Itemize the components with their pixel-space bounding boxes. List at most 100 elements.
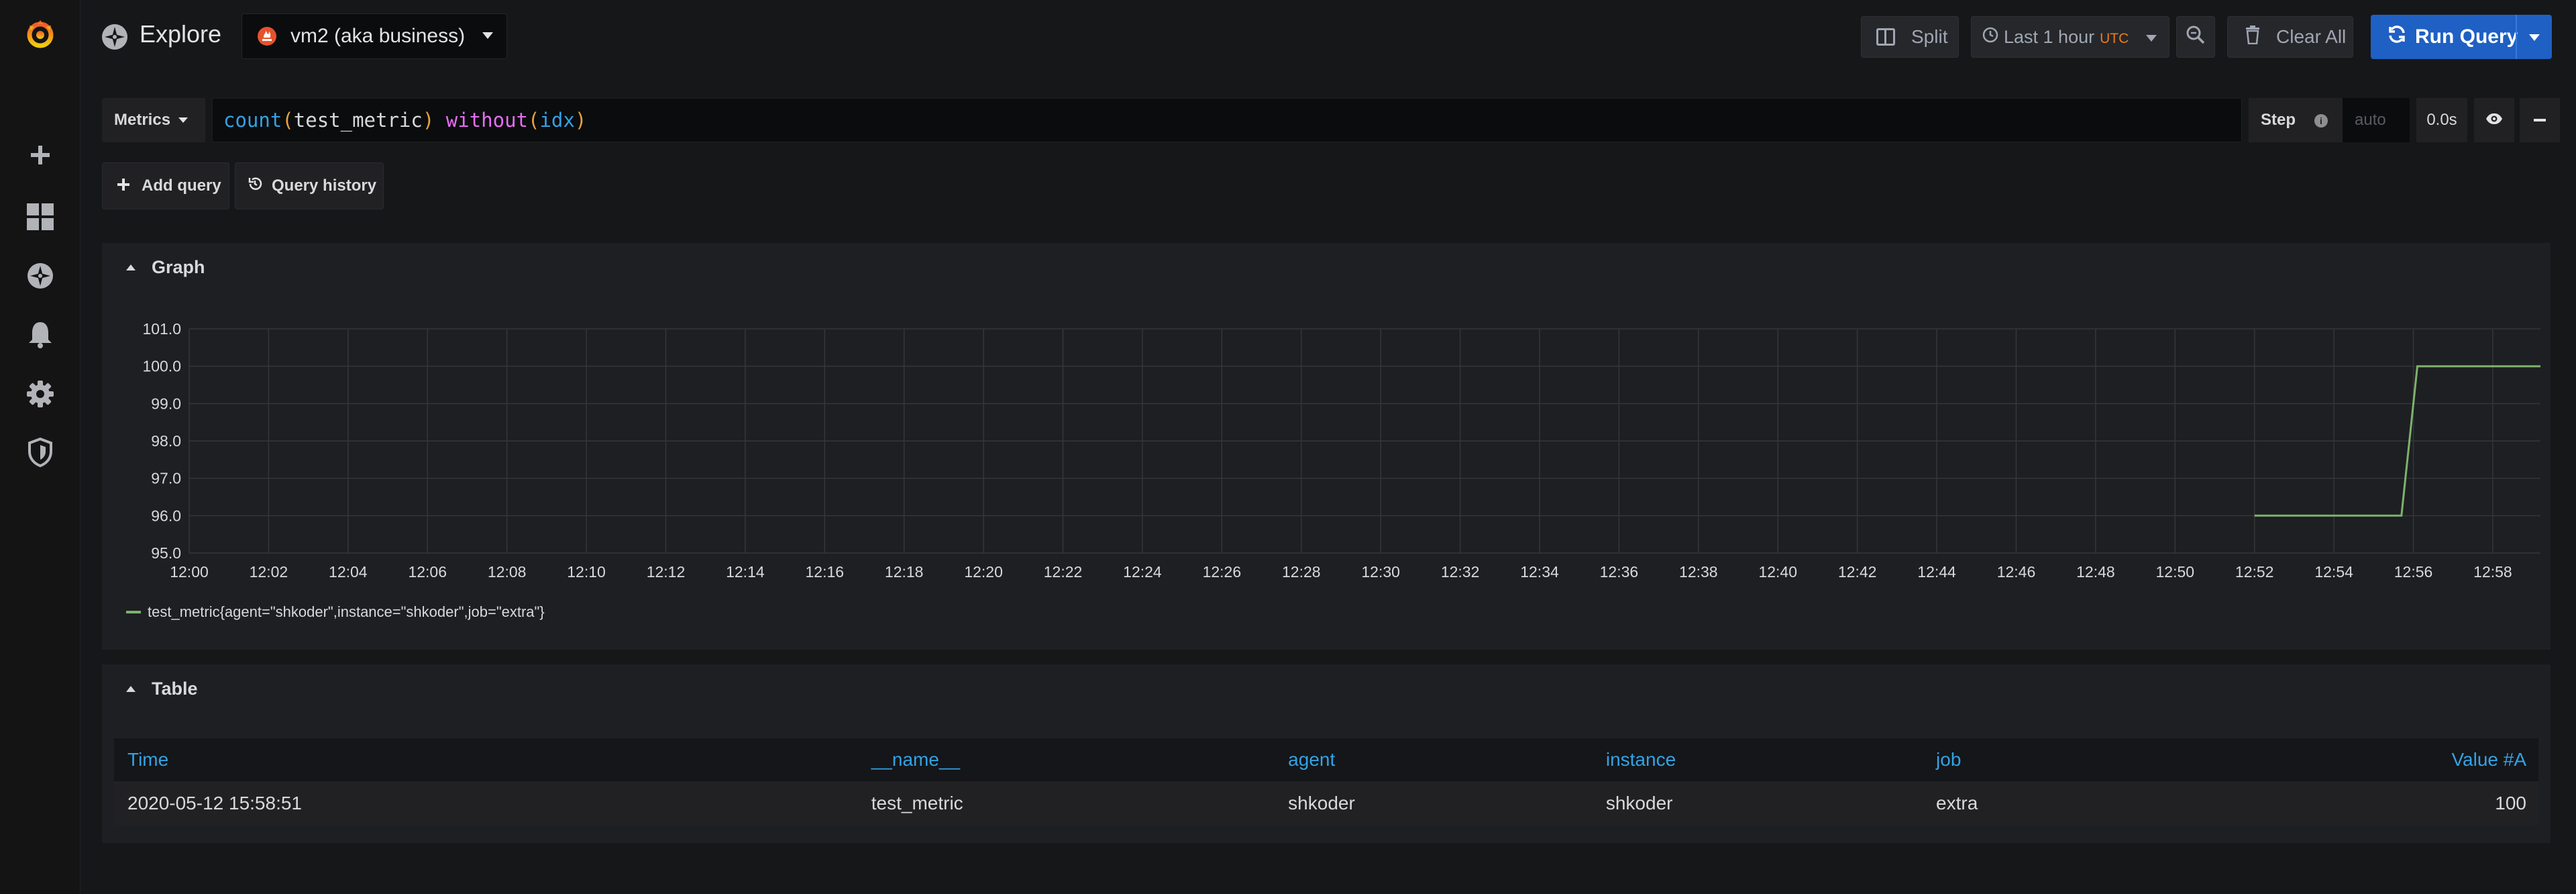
trash-icon — [2245, 25, 2260, 49]
table-header-row: Time __name__ agent instance job Value #… — [114, 738, 2538, 781]
toggle-query-visibility-button[interactable] — [2474, 98, 2514, 142]
zoom-out-icon — [2186, 25, 2206, 50]
y-tick-label: 98.0 — [151, 432, 181, 450]
x-tick-label: 12:22 — [1044, 563, 1083, 581]
collapse-chevron-icon — [126, 685, 136, 692]
column-header-job[interactable]: job — [1923, 738, 2141, 781]
page-title: Explore — [140, 20, 222, 48]
x-tick-label: 12:04 — [329, 563, 368, 581]
step-label: Step i — [2249, 98, 2343, 142]
history-icon — [248, 177, 262, 196]
x-tick-label: 12:48 — [2076, 563, 2115, 581]
explore-icon[interactable] — [24, 260, 56, 292]
graph-chart[interactable]: 101.0 100.0 99.0 98.0 97.0 96.0 95.012:00 12:02… — [102, 243, 2551, 650]
x-tick-label: 12:24 — [1123, 563, 1162, 581]
grafana-logo-icon[interactable] — [24, 17, 56, 50]
x-tick-label: 12:08 — [488, 563, 527, 581]
plus-icon — [117, 177, 129, 195]
query-token: test_metric — [293, 109, 423, 132]
query-history-button[interactable]: Query history — [235, 162, 384, 209]
x-tick-label: 12:16 — [806, 563, 845, 581]
x-tick-label: 12:12 — [647, 563, 686, 581]
gear-icon[interactable] — [24, 378, 56, 410]
metrics-label: Metrics — [114, 111, 171, 129]
x-tick-label: 12:36 — [1600, 563, 1639, 581]
cell-name: test_metric — [857, 781, 1275, 826]
y-tick-label: 95.0 — [151, 544, 181, 562]
query-token: ) — [422, 109, 435, 132]
explore-main: Explore vm2 (aka business) Split Last 1 … — [80, 0, 2576, 894]
clock-icon — [1982, 27, 1998, 48]
explore-toolbar: Explore vm2 (aka business) Split Last 1 … — [80, 0, 2576, 75]
dashboards-icon[interactable] — [24, 201, 56, 233]
sidebar — [0, 0, 80, 894]
graph-legend[interactable]: test_metric{agent="shkoder",instance="sh… — [126, 603, 545, 621]
clear-all-button[interactable]: Clear All — [2227, 16, 2353, 58]
cell-job[interactable]: extra — [1923, 781, 2141, 826]
query-editor[interactable]: count(test_metric) without(idx) — [212, 98, 2242, 142]
legend-swatch — [126, 611, 141, 613]
split-button[interactable]: Split — [1861, 16, 1959, 58]
step-input[interactable]: auto — [2343, 98, 2410, 142]
eye-icon — [2485, 113, 2503, 128]
y-tick-label: 101.0 — [142, 320, 181, 338]
split-label: Split — [1911, 26, 1948, 47]
shield-icon[interactable] — [24, 436, 56, 468]
x-tick-label: 12:28 — [1282, 563, 1321, 581]
query-history-label: Query history — [272, 177, 377, 195]
table-panel-header[interactable]: Table — [126, 664, 198, 713]
cell-agent[interactable]: shkoder — [1275, 781, 1593, 826]
datasource-picker[interactable]: vm2 (aka business) — [241, 13, 507, 59]
time-range-picker[interactable]: Last 1 hour UTC — [1971, 16, 2169, 58]
x-tick-label: 12:44 — [1917, 563, 1956, 581]
y-tick-label: 99.0 — [151, 395, 181, 412]
query-token: idx — [539, 109, 575, 132]
timezone-label: UTC — [2100, 31, 2129, 46]
zoom-out-button[interactable] — [2176, 16, 2215, 58]
y-tick-label: 96.0 — [151, 507, 181, 524]
x-tick-label: 12:42 — [1838, 563, 1877, 581]
table-row: 2020-05-12 15:58:51 test_metric shkoder … — [114, 781, 2538, 826]
x-tick-label: 12:18 — [885, 563, 924, 581]
column-header-instance[interactable]: instance — [1592, 738, 1923, 781]
plus-icon[interactable] — [24, 139, 56, 171]
column-header-name[interactable]: __name__ — [857, 738, 1275, 781]
column-header-agent[interactable]: agent — [1275, 738, 1593, 781]
cell-value: 100 — [2141, 781, 2538, 826]
x-tick-label: 12:58 — [2473, 563, 2512, 581]
x-tick-label: 12:00 — [170, 563, 209, 581]
info-icon[interactable]: i — [2314, 114, 2328, 128]
x-tick-label: 12:06 — [408, 563, 447, 581]
remove-query-button[interactable] — [2520, 98, 2560, 142]
split-icon — [1876, 28, 1895, 46]
cell-time: 2020-05-12 15:58:51 — [114, 781, 858, 826]
clear-all-label: Clear All — [2276, 26, 2347, 47]
x-tick-label: 12:38 — [1679, 563, 1718, 581]
y-tick-label: 100.0 — [142, 358, 181, 375]
run-options-chevron-icon[interactable] — [2529, 34, 2540, 41]
query-token — [434, 109, 445, 132]
datasource-logo-icon — [257, 26, 277, 46]
query-duration: 0.0s — [2416, 98, 2467, 142]
run-query-button[interactable]: Run Query — [2371, 15, 2552, 59]
x-tick-label: 12:50 — [2156, 563, 2195, 581]
query-token: count — [223, 109, 282, 132]
metrics-explorer-button[interactable]: Metrics — [102, 98, 205, 142]
minus-icon — [2534, 119, 2546, 121]
x-tick-label: 12:30 — [1361, 563, 1400, 581]
x-tick-label: 12:32 — [1441, 563, 1480, 581]
x-tick-label: 12:14 — [726, 563, 765, 581]
query-token: without — [445, 109, 528, 132]
button-divider — [2516, 15, 2517, 59]
add-query-button[interactable]: Add query — [102, 162, 229, 209]
table-title: Table — [152, 678, 198, 699]
column-header-time[interactable]: Time — [114, 738, 858, 781]
datasource-name: vm2 (aka business) — [290, 25, 466, 47]
table-panel: Table Time __name__ agent instance job V… — [102, 664, 2551, 843]
step-label-text: Step — [2261, 111, 2296, 129]
column-header-value[interactable]: Value #A — [2141, 738, 2538, 781]
query-token: ( — [282, 109, 294, 132]
cell-instance[interactable]: shkoder — [1592, 781, 1923, 826]
alerting-bell-icon[interactable] — [24, 318, 56, 350]
add-query-label: Add query — [142, 177, 221, 195]
